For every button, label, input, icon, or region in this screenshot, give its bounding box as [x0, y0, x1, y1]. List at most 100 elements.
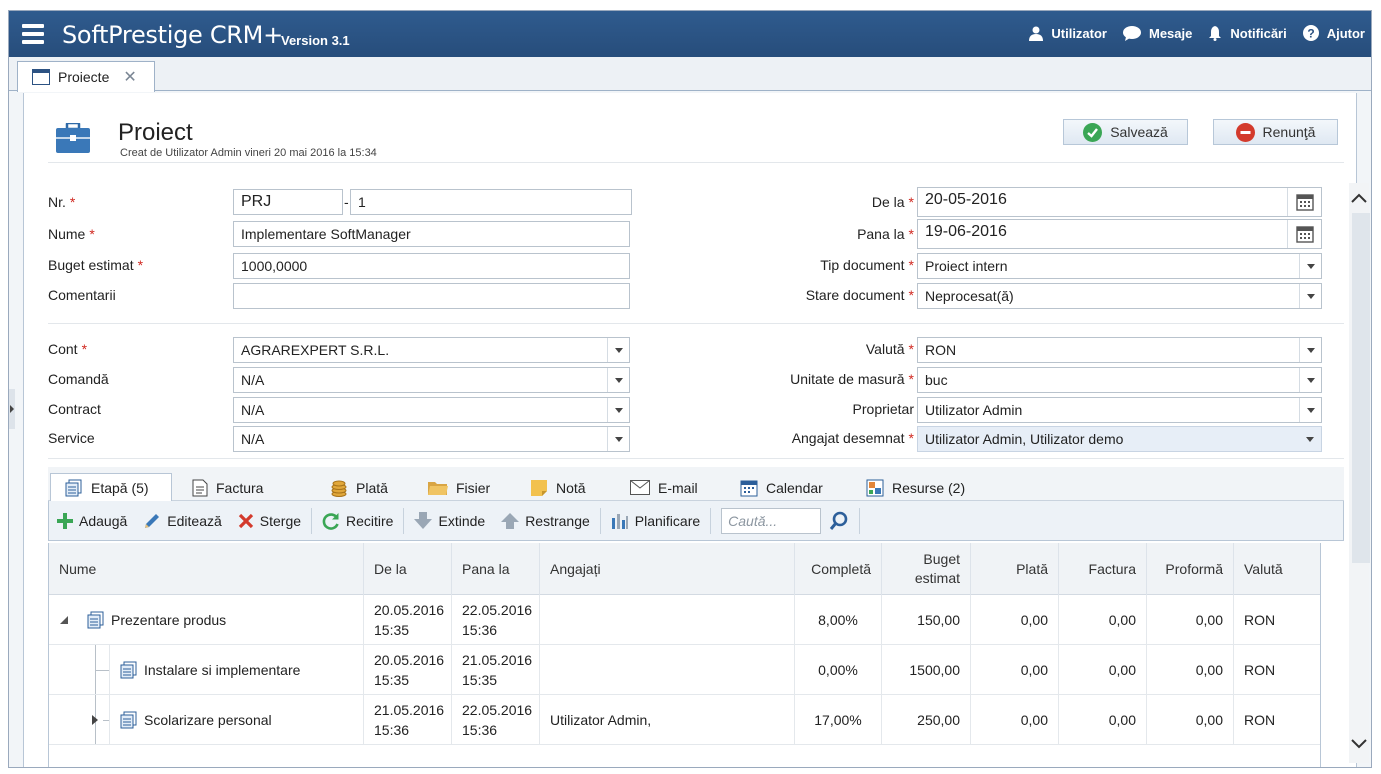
- tab-calendar[interactable]: Calendar: [726, 473, 837, 502]
- contract-select[interactable]: N/A: [233, 397, 630, 423]
- edit-label: Editează: [167, 512, 222, 529]
- doc-tab-proiecte[interactable]: Proiecte ✕: [17, 61, 155, 92]
- tab-fisier[interactable]: Fisier: [414, 473, 504, 502]
- table-row[interactable]: Prezentare produs 20.05.2016 15:35 22.05.…: [49, 595, 1320, 645]
- row-budget: 1500,00: [881, 645, 970, 695]
- proprietar-select[interactable]: Utilizator Admin: [917, 397, 1322, 423]
- chevron-down-icon[interactable]: [607, 338, 629, 362]
- expand-arrow-icon[interactable]: [91, 715, 99, 725]
- nav-notifications[interactable]: Notificări: [1208, 25, 1287, 41]
- calendar-icon[interactable]: [1287, 188, 1321, 216]
- hamburger-menu-icon[interactable]: [22, 24, 44, 44]
- chevron-down-icon[interactable]: [1299, 368, 1321, 392]
- cancel-button[interactable]: Renunţă: [1213, 119, 1338, 145]
- chevron-down-icon[interactable]: [607, 368, 629, 392]
- calendar-icon[interactable]: [1287, 220, 1321, 248]
- cont-value: AGRAREXPERT S.R.L.: [241, 342, 390, 358]
- nav-help[interactable]: ? Ajutor: [1302, 25, 1365, 41]
- tab-etapa-label: Etapă (5): [91, 479, 149, 496]
- scrollbar-thumb[interactable]: [1352, 213, 1370, 563]
- table-row[interactable]: Scolarizare personal 21.05.2016 15:36 22.…: [49, 695, 1320, 745]
- dela-label: De la *: [871, 194, 914, 210]
- col-buget[interactable]: Buget estimat: [881, 543, 970, 595]
- buget-field[interactable]: 1000,0000: [233, 253, 630, 279]
- tab-email[interactable]: E-mail: [616, 473, 712, 502]
- row-employees: [539, 645, 794, 695]
- nav-messages[interactable]: Mesaje: [1123, 25, 1192, 41]
- nr-prefix-field[interactable]: PRJ: [233, 189, 343, 215]
- chevron-down-icon[interactable]: [1299, 284, 1321, 308]
- tab-factura[interactable]: Factura: [178, 473, 277, 502]
- col-panala[interactable]: Pana la: [451, 543, 539, 595]
- tab-etapa[interactable]: Etapă (5): [50, 473, 172, 502]
- dela-field[interactable]: 20-05-2016: [917, 187, 1322, 217]
- toolbar-divider: [311, 507, 313, 534]
- chevron-down-icon[interactable]: [607, 398, 629, 422]
- nr-value-field[interactable]: 1: [350, 189, 632, 215]
- staredoc-select[interactable]: Neprocesat(ă): [917, 283, 1322, 309]
- toolbar-divider: [710, 507, 712, 534]
- col-dela[interactable]: De la: [363, 543, 451, 595]
- page-title: Proiect: [118, 119, 193, 146]
- close-icon[interactable]: ✕: [123, 67, 136, 87]
- chevron-down-icon[interactable]: [1299, 338, 1321, 362]
- col-plata[interactable]: Plată: [970, 543, 1058, 595]
- col-valuta[interactable]: Valută: [1233, 543, 1320, 595]
- row-complete: 8,00%: [794, 595, 881, 645]
- col-completa[interactable]: Completă: [794, 543, 881, 595]
- service-value: N/A: [241, 431, 265, 447]
- window-icon: [32, 69, 50, 85]
- add-button[interactable]: Adaugă: [57, 512, 127, 529]
- col-factura[interactable]: Factura: [1058, 543, 1146, 595]
- reload-button[interactable]: Recitire: [322, 512, 393, 530]
- col-angajati[interactable]: Angajați: [539, 543, 794, 595]
- tipdoc-select[interactable]: Proiect intern: [917, 253, 1322, 279]
- contract-value: N/A: [241, 402, 265, 418]
- valuta-select[interactable]: RON: [917, 337, 1322, 363]
- col-proforma[interactable]: Proformă: [1146, 543, 1233, 595]
- save-button[interactable]: Salvează: [1063, 119, 1188, 145]
- collapse-arrow-icon[interactable]: [59, 615, 69, 625]
- comanda-value: N/A: [241, 372, 265, 388]
- tab-resurse[interactable]: Resurse (2): [852, 473, 979, 502]
- chevron-down-icon[interactable]: [1299, 254, 1321, 278]
- delete-button[interactable]: Sterge: [238, 513, 301, 529]
- nume-field[interactable]: Implementare SoftManager: [233, 221, 630, 247]
- tab-nota[interactable]: Notă: [516, 473, 600, 502]
- chevron-down-icon[interactable]: [1299, 427, 1321, 451]
- search-icon[interactable]: [829, 511, 849, 531]
- search-input[interactable]: Caută...: [721, 507, 822, 534]
- plan-button[interactable]: Planificare: [611, 512, 700, 530]
- scroll-up-icon[interactable]: [1351, 193, 1367, 203]
- chevron-down-icon[interactable]: [1299, 398, 1321, 422]
- collapse-button[interactable]: Restrange: [501, 512, 590, 530]
- buget-label: Buget estimat *: [48, 257, 144, 273]
- plus-icon: [57, 512, 73, 529]
- angajat-label: Angajat desemnat *: [791, 430, 914, 446]
- row-to: 22.05.2016 15:36: [451, 695, 539, 745]
- panala-field[interactable]: 19-06-2016: [917, 219, 1322, 249]
- proprietar-label: Proprietar: [852, 401, 914, 417]
- nav-user[interactable]: Utilizator: [1029, 25, 1107, 41]
- comentarii-field[interactable]: [233, 283, 630, 309]
- cont-select[interactable]: AGRAREXPERT S.R.L.: [233, 337, 630, 363]
- vertical-scrollbar[interactable]: [1349, 183, 1370, 763]
- expand-icon: [414, 511, 433, 529]
- tab-calendar-label: Calendar: [766, 479, 823, 496]
- chevron-down-icon[interactable]: [607, 427, 629, 451]
- comentarii-label: Comentarii: [48, 287, 116, 303]
- unitate-select[interactable]: buc: [917, 367, 1322, 393]
- table-row[interactable]: Instalare si implementare 20.05.2016 15:3…: [49, 645, 1320, 695]
- angajat-multiselect[interactable]: Utilizator Admin, Utilizator demo: [917, 426, 1322, 452]
- edit-button[interactable]: Editează: [143, 512, 222, 530]
- invoice-icon: [192, 479, 208, 496]
- scroll-down-icon[interactable]: [1351, 739, 1367, 749]
- top-bar: SoftPrestige CRM+ Version 3.1 Utilizator…: [9, 11, 1371, 57]
- side-panel-handle[interactable]: [9, 389, 15, 429]
- col-nume[interactable]: Nume: [49, 543, 363, 595]
- collapse-label: Restrange: [525, 512, 590, 529]
- comanda-select[interactable]: N/A: [233, 367, 630, 393]
- tab-plata[interactable]: Plată: [316, 473, 402, 502]
- service-select[interactable]: N/A: [233, 426, 630, 452]
- expand-button[interactable]: Extinde: [414, 511, 485, 530]
